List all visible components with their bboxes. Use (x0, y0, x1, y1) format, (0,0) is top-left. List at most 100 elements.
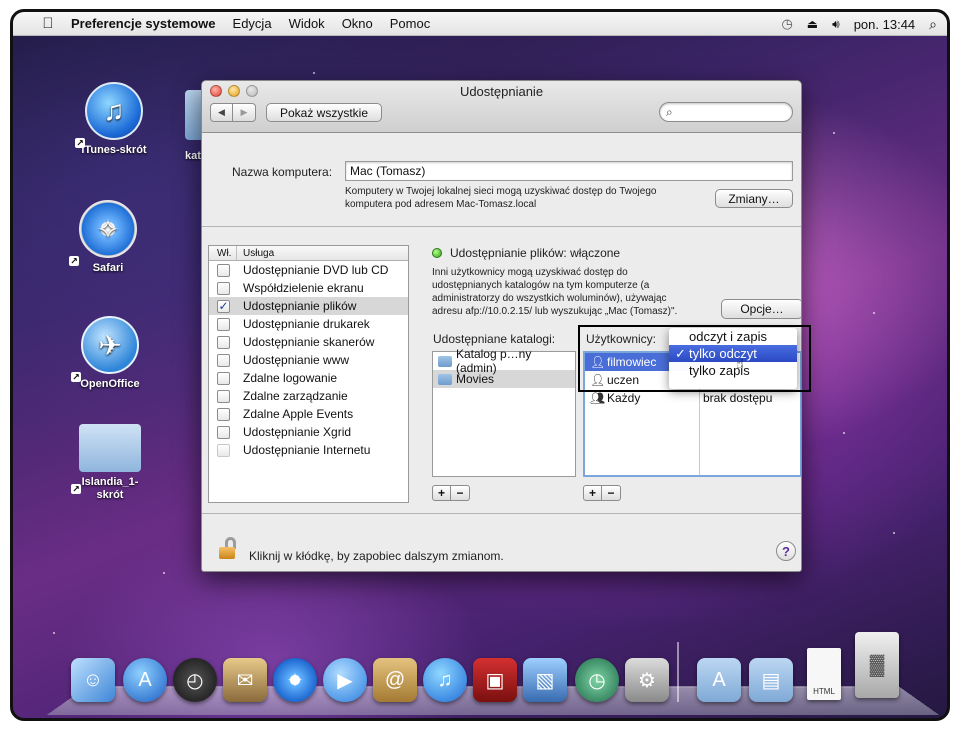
service-row-remote-management[interactable]: Zdalne zarządzanie (209, 387, 408, 405)
desktop-icon-itunes[interactable]: ♫ ↗ iTunes-skrót (69, 82, 159, 156)
show-all-button[interactable]: Pokaż wszystkie (266, 103, 382, 122)
folder-icon (79, 424, 141, 472)
service-checkbox[interactable] (217, 389, 230, 403)
status-title: Udostępnianie plików: włączone (450, 246, 621, 260)
lock-icon[interactable] (219, 537, 237, 559)
service-row-internet[interactable]: Udostępnianie Internetu (209, 441, 408, 459)
add-user-button[interactable]: + (583, 485, 602, 501)
service-label: Udostępnianie skanerów (243, 335, 375, 349)
menu-app-name[interactable]: Preferencje systemowe (71, 16, 216, 31)
service-row-www[interactable]: Udostępnianie www (209, 351, 408, 369)
eject-icon[interactable]: ⏏ (807, 17, 818, 31)
service-row-xgrid[interactable]: Udostępnianie Xgrid (209, 423, 408, 441)
group-icon: 👥︎ (590, 390, 606, 405)
star (53, 632, 55, 634)
computer-info-line2: komputera pod adresem Mac-Tomasz.local (345, 199, 537, 210)
menu-edit[interactable]: Edycja (233, 16, 272, 31)
service-row-apple-events[interactable]: Zdalne Apple Events (209, 405, 408, 423)
finder-icon[interactable]: ☺ (71, 658, 115, 702)
service-checkbox[interactable] (217, 317, 230, 331)
computer-name-label: Nazwa komputera: (232, 165, 333, 179)
safari-icon[interactable]: ✧ (273, 658, 317, 702)
menu-help[interactable]: Pomoc (390, 16, 430, 31)
shared-folder-name: Katalog p…ny (admin) (455, 347, 532, 375)
system-preferences-icon[interactable]: ⚙ (625, 658, 669, 702)
html-file-label: HTML (813, 687, 835, 696)
service-row-dvd[interactable]: Udostępnianie DVD lub CD (209, 261, 408, 279)
window-titlebar: Udostępnianie ◀ ▶ Pokaż wszystkie ⌕ (202, 81, 801, 133)
star (873, 312, 875, 314)
documents-folder-icon[interactable]: ▤ (749, 658, 793, 702)
screen-frame:  Preferencje systemowe Edycja Widok Okn… (10, 9, 950, 721)
service-label: Udostępnianie drukarek (243, 317, 370, 331)
service-checkbox[interactable] (217, 371, 230, 385)
applications-folder-icon[interactable]: A (697, 658, 741, 702)
desktop-icon-openoffice[interactable]: ✈ ↗ OpenOffice (65, 316, 155, 390)
service-label: Zdalne zarządzanie (243, 389, 348, 403)
service-row-files[interactable]: ✓ Udostępnianie plików (209, 297, 408, 315)
user-permission[interactable]: brak dostępu (703, 391, 772, 405)
time-machine-icon[interactable]: ◷ (575, 658, 619, 702)
iphoto-icon[interactable]: ▧ (523, 658, 567, 702)
service-checkbox[interactable] (217, 443, 230, 457)
apple-menu-icon[interactable]:  (39, 15, 57, 32)
time-machine-status-icon[interactable]: ◷ (781, 16, 792, 32)
change-name-button[interactable]: Zmiany… (715, 189, 793, 208)
service-checkbox[interactable] (217, 407, 230, 421)
desktop-icon-islandia[interactable]: ↗ Islandia_1-skrót (65, 424, 155, 502)
service-row-remote-login[interactable]: Zdalne logowanie (209, 369, 408, 387)
computer-name-field[interactable]: Mac (Tomasz) (345, 161, 793, 181)
service-label: Udostępnianie Xgrid (243, 425, 352, 439)
public-folder-icon (438, 355, 452, 367)
openoffice-icon: ✈ (81, 316, 139, 374)
volume-icon[interactable]: 🔊︎ (832, 17, 840, 32)
nav-buttons: ◀ ▶ (210, 103, 256, 122)
separator (202, 513, 801, 514)
menu-view[interactable]: Widok (289, 16, 325, 31)
back-button[interactable]: ◀ (210, 103, 233, 122)
star (163, 572, 165, 574)
address-book-icon[interactable]: @ (373, 658, 417, 702)
dashboard-icon[interactable]: ◴ (173, 658, 217, 702)
trash-icon[interactable]: ▓ (855, 632, 899, 698)
ichat-icon[interactable]: ▶ (323, 658, 367, 702)
html-file-icon[interactable]: HTML (807, 648, 841, 700)
help-button[interactable]: ? (776, 541, 796, 561)
photo-booth-icon[interactable]: ▣ (473, 658, 517, 702)
service-checkbox[interactable] (217, 425, 230, 439)
forward-button[interactable]: ▶ (233, 103, 256, 122)
remove-user-button[interactable]: − (602, 485, 621, 501)
search-field[interactable]: ⌕ (659, 102, 793, 122)
mail-stamp-icon[interactable]: ✉ (223, 658, 267, 702)
service-checkbox[interactable] (217, 335, 230, 349)
service-row-screen[interactable]: Współdzielenie ekranu (209, 279, 408, 297)
column-header-on[interactable]: Wł. (209, 246, 237, 260)
options-button[interactable]: Opcje… (721, 299, 801, 319)
spotlight-icon[interactable]: ⌕ (929, 16, 937, 33)
service-row-printers[interactable]: Udostępnianie drukarek (209, 315, 408, 333)
service-label: Zdalne logowanie (243, 371, 338, 385)
menu-clock[interactable]: pon. 13:44 (854, 17, 915, 32)
itunes-icon[interactable]: ♫ (423, 658, 467, 702)
search-icon: ⌕ (666, 105, 673, 119)
window-title: Udostępnianie (459, 84, 544, 99)
column-header-service[interactable]: Usługa (237, 248, 274, 259)
service-checkbox[interactable] (217, 281, 230, 295)
status-desc-line1: Inni użytkownicy mogą uzyskiwać dostęp d… (432, 267, 628, 278)
shared-folder-row[interactable]: Katalog p…ny (admin) (433, 347, 575, 375)
app-store-icon[interactable]: A (123, 658, 167, 702)
alias-arrow-icon: ↗ (75, 138, 85, 148)
star (313, 72, 315, 74)
shared-folder-name: Movies (456, 372, 495, 386)
service-checkbox-checked[interactable]: ✓ (217, 299, 230, 313)
remove-folder-button[interactable]: − (451, 485, 470, 501)
desktop-icon-safari[interactable]: ✧ ↗ Safari (63, 200, 153, 274)
menu-window[interactable]: Okno (342, 16, 373, 31)
service-checkbox[interactable] (217, 353, 230, 367)
service-label: Udostępnianie www (243, 353, 350, 367)
service-checkbox[interactable] (217, 263, 230, 277)
service-label: Współdzielenie ekranu (243, 281, 364, 295)
service-row-scanners[interactable]: Udostępnianie skanerów (209, 333, 408, 351)
status-desc-line2: udostępnianych katalogów na tym komputer… (432, 280, 650, 291)
add-folder-button[interactable]: + (432, 485, 451, 501)
